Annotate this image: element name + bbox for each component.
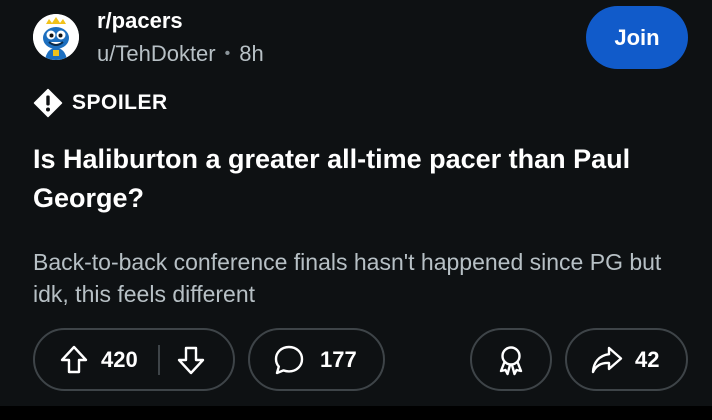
exclamation-diamond-icon bbox=[33, 88, 63, 118]
spoiler-label: SPOILER bbox=[72, 91, 168, 114]
arrow-down-icon[interactable] bbox=[174, 343, 208, 377]
subreddit-avatar-icon[interactable] bbox=[33, 14, 79, 60]
join-button[interactable]: Join bbox=[586, 6, 688, 69]
feed-divider bbox=[0, 406, 712, 420]
speech-bubble-icon bbox=[272, 343, 306, 377]
award-ribbon-icon bbox=[494, 343, 528, 377]
award-button[interactable] bbox=[470, 328, 552, 391]
spoiler-flair: SPOILER bbox=[33, 88, 168, 118]
post-age: 8h bbox=[239, 41, 264, 66]
post-meta: u/TehDokter • 8h bbox=[97, 41, 264, 67]
vote-bar: 420 bbox=[33, 328, 235, 391]
subreddit-name[interactable]: r/pacers bbox=[97, 8, 183, 34]
share-count: 42 bbox=[635, 346, 660, 372]
meta-separator: • bbox=[224, 45, 231, 62]
post-card[interactable]: r/pacers u/TehDokter • 8h Join SPOILER I… bbox=[0, 0, 712, 406]
author-name[interactable]: u/TehDokter bbox=[97, 41, 216, 67]
vote-divider bbox=[157, 344, 160, 375]
comment-count: 177 bbox=[320, 346, 357, 372]
share-arrow-icon bbox=[589, 343, 625, 377]
comments-button[interactable]: 177 bbox=[248, 328, 385, 391]
post-title[interactable]: Is Haliburton a greater all-time pacer t… bbox=[33, 140, 673, 218]
share-button[interactable]: 42 bbox=[565, 328, 688, 391]
post-body[interactable]: Back-to-back conference finals hasn't ha… bbox=[33, 246, 683, 310]
vote-score: 420 bbox=[101, 346, 138, 372]
arrow-up-icon[interactable] bbox=[57, 343, 91, 377]
